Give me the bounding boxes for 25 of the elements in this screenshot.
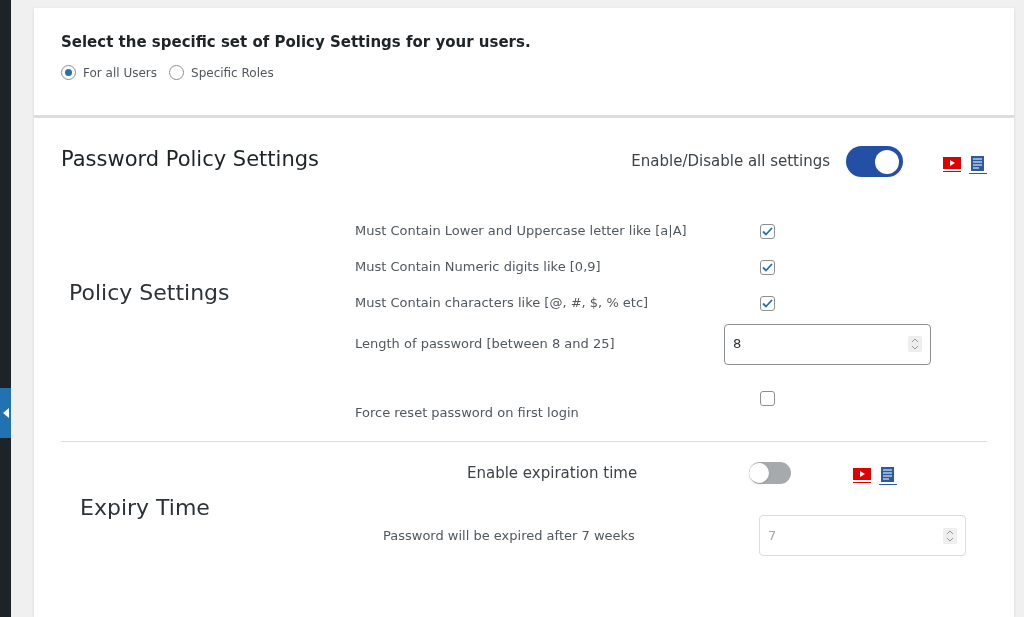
radio-label: For all Users <box>83 64 157 82</box>
document-icon[interactable] <box>969 155 987 174</box>
setting-label: Length of password [between 8 and 25] <box>355 335 616 354</box>
document-icon[interactable] <box>879 467 897 485</box>
checkbox[interactable] <box>760 259 775 275</box>
toggle-label: Enable/Disable all settings <box>631 151 830 173</box>
setting-label: Must Contain Numeric digits like [0,9] <box>355 258 602 277</box>
setting-label: Must Contain characters like [@, #, $, % etc] <box>355 294 650 313</box>
toggle-switch[interactable] <box>846 146 903 177</box>
radio-label: Specific Roles <box>191 64 274 82</box>
checkbox[interactable] <box>760 295 775 311</box>
section-title: Password Policy Settings <box>61 146 320 173</box>
number-field[interactable]: 8 <box>724 323 931 365</box>
field-label: Password will be expired after 7 weeks <box>383 526 636 545</box>
setting-label: Force reset password on first login <box>355 404 580 422</box>
collapse-tab-icon[interactable] <box>0 388 11 438</box>
checkbox[interactable] <box>760 223 775 239</box>
checkbox[interactable] <box>760 391 775 406</box>
video-icon[interactable] <box>943 155 961 172</box>
section-heading: Policy Settings <box>69 278 230 307</box>
video-icon[interactable] <box>853 467 871 483</box>
setting-label: Must Contain Lower and Uppercase letter like [a|A] <box>355 222 688 241</box>
toggle-label: Enable expiration time <box>466 462 639 484</box>
section-title: Select the specific set of Policy Settings for your users. <box>61 32 532 53</box>
section-heading: Expiry Time <box>80 493 210 522</box>
